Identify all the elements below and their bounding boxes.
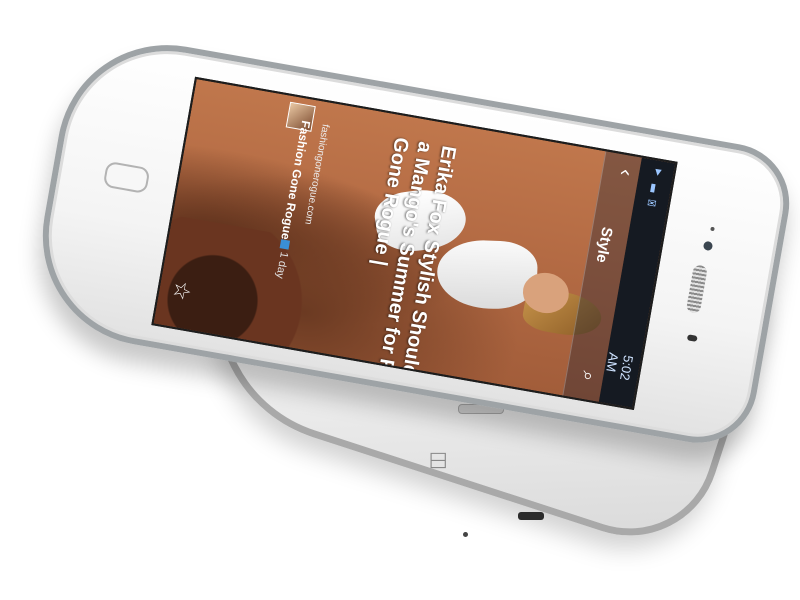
- status-icons: ▼ ▮ ✉: [646, 165, 665, 211]
- twitter-badge-icon: [280, 239, 291, 250]
- phone-screen[interactable]: fashiongonerogue.com Fashion Gone Rogue …: [151, 76, 678, 411]
- product-photo: ◫ fashiongonerogue.com Fashion Gone Rogu: [0, 0, 800, 600]
- front-camera: [702, 240, 714, 252]
- home-button[interactable]: [102, 160, 151, 195]
- mic-hole: [463, 532, 468, 537]
- front-phone: fashiongonerogue.com Fashion Gone Rogue …: [14, 27, 800, 523]
- usb-port: [518, 512, 544, 520]
- star-icon[interactable]: ☆: [167, 279, 196, 303]
- earpiece-speaker: [685, 264, 708, 315]
- notification-led: [686, 334, 698, 342]
- model-body: [436, 238, 539, 311]
- status-time: 5:02 AM: [603, 351, 637, 382]
- front-phone-body: fashiongonerogue.com Fashion Gone Rogue …: [25, 27, 799, 453]
- proximity-sensor: [710, 226, 715, 232]
